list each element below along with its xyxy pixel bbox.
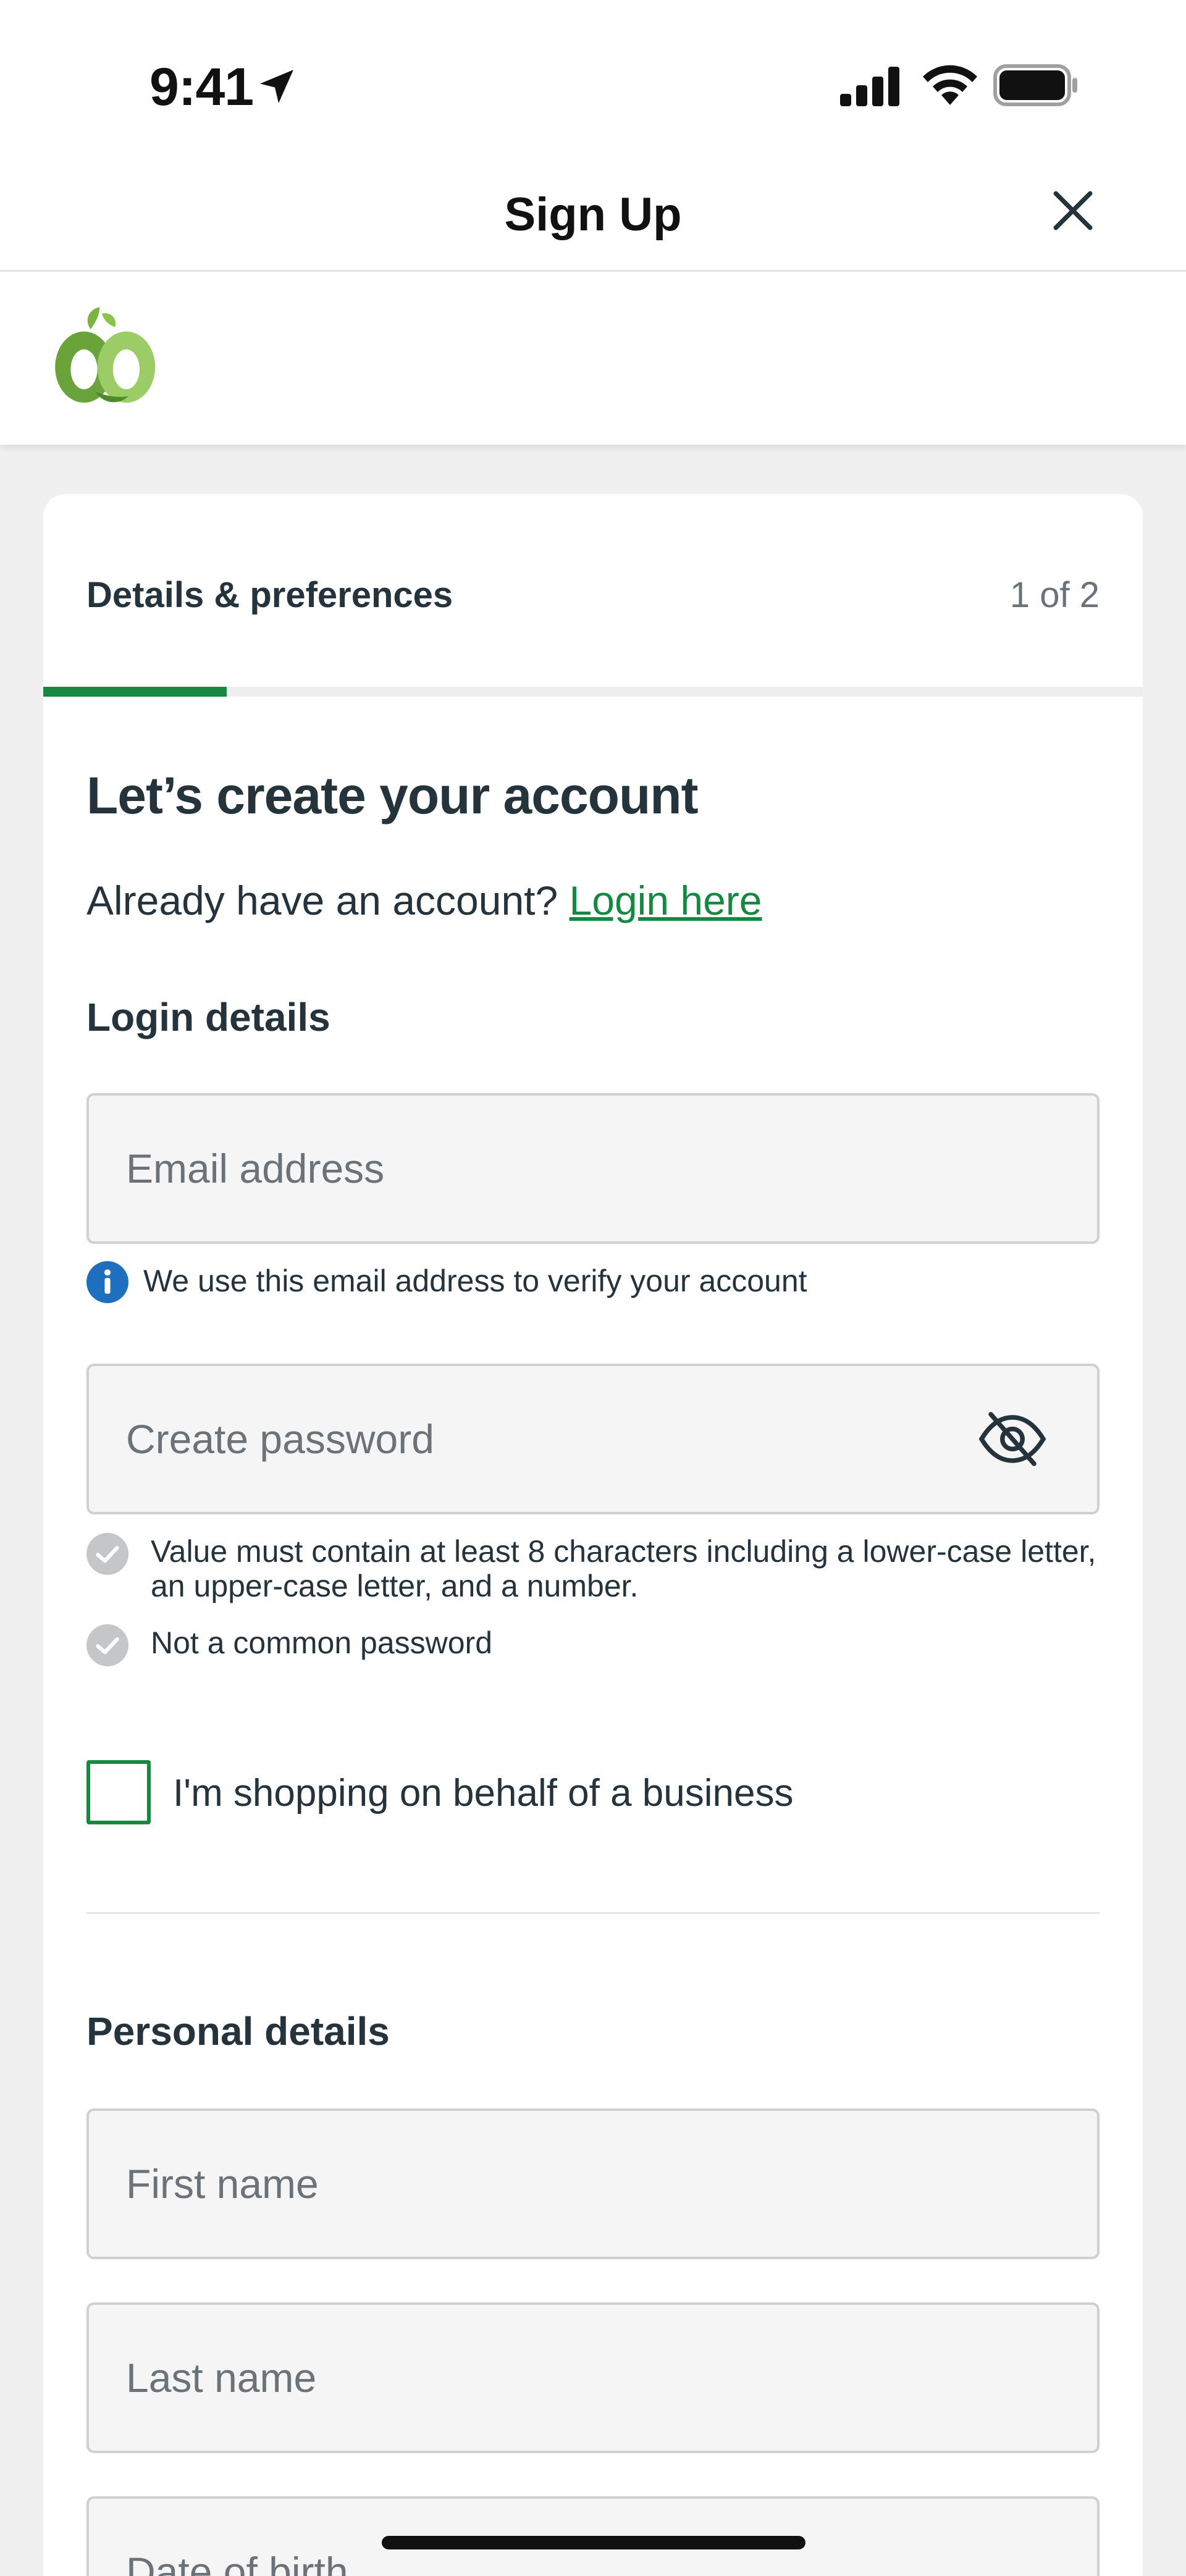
progress-fill [43,687,227,697]
page-title: Sign Up [504,188,682,241]
first-name-input[interactable] [126,2111,991,2257]
signup-card: Details & preferences 1 of 2 Let’s creat… [43,494,1143,2576]
password-requirement: Value must contain at least 8 characters… [86,1533,1100,1607]
check-circle-icon [86,1624,128,1666]
email-input[interactable] [126,1096,991,1241]
eye-slash-icon[interactable] [978,1408,1046,1470]
info-icon [86,1261,128,1303]
login-details-title: Login details [86,995,330,1039]
step-title: Details & preferences [86,575,453,615]
location-arrow-icon [260,70,293,103]
password-input[interactable] [126,1366,991,1512]
woolworths-logo [55,307,156,403]
first-name-field[interactable] [86,2108,1100,2259]
login-prompt: Already have an account? [86,878,558,923]
email-hint-text: We use this email address to verify your… [143,1264,807,1298]
wifi-icon [923,65,977,105]
requirement-text: Not a common password [151,1626,493,1660]
business-checkbox-row[interactable]: I'm shopping on behalf of a business [86,1760,1100,1826]
email-hint: We use this email address to verify your… [86,1261,1100,1304]
requirement-text: Value must contain at least 8 characters… [151,1534,1096,1603]
login-here-link[interactable]: Login here [570,878,762,923]
cellular-signal-icon [840,67,899,106]
password-requirement: Not a common password [86,1624,1100,1668]
battery-icon [993,64,1077,106]
business-checkbox[interactable] [86,1760,151,1824]
brand-bar [0,272,1186,445]
step-count: 1 of 2 [1009,575,1100,615]
business-checkbox-label[interactable]: I'm shopping on behalf of a business [173,1771,794,1815]
status-bar: 9:41 [0,0,1186,167]
close-icon[interactable] [1050,188,1096,233]
app-header: Sign Up [0,167,1186,272]
progress-bar [43,687,1143,697]
home-indicator [382,2536,805,2549]
last-name-field[interactable] [86,2302,1100,2453]
check-circle-icon [86,1533,128,1575]
personal-details-title: Personal details [86,2009,390,2054]
email-field[interactable] [86,1093,1100,1244]
password-field[interactable] [86,1364,1100,1514]
login-prompt-row: Already have an account? Login here [86,877,762,924]
status-time: 9:41 [149,57,254,117]
section-divider [86,1912,1100,1914]
last-name-input[interactable] [126,2305,991,2451]
form-heading: Let’s create your account [86,766,699,824]
